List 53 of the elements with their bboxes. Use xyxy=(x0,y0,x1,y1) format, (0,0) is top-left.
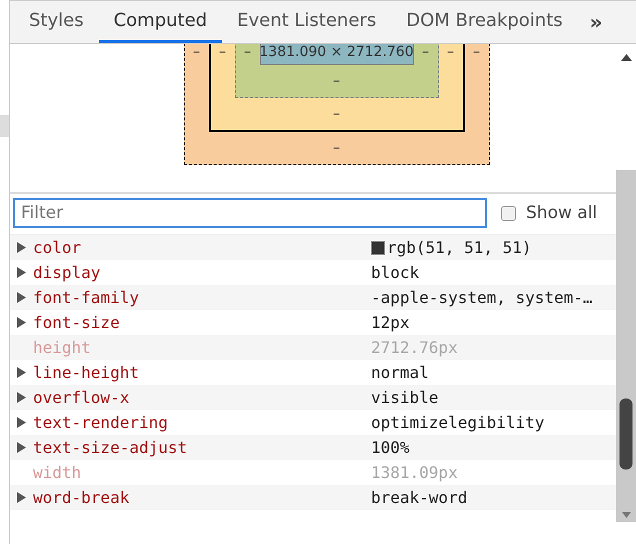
filter-field[interactable]: Filter xyxy=(13,198,487,228)
tab[interactable]: Styles xyxy=(14,1,99,43)
expand-icon[interactable] xyxy=(17,492,26,503)
property-name: word-break xyxy=(33,488,130,507)
box-value: – xyxy=(219,44,226,60)
box-value: – xyxy=(447,44,454,60)
tab[interactable]: Event Listeners xyxy=(222,1,392,43)
content-box: 1381.090 × 2712.760 xyxy=(260,44,414,65)
expand-icon[interactable] xyxy=(17,242,26,253)
box-value: – xyxy=(473,44,480,60)
property-value: 1381.09px xyxy=(371,463,458,482)
box-value: – xyxy=(333,106,340,122)
scroll-down-icon[interactable] xyxy=(622,512,630,518)
expand-icon[interactable] xyxy=(17,392,26,403)
expand-icon[interactable] xyxy=(17,267,26,278)
expand-icon[interactable] xyxy=(17,292,26,303)
box-value: – xyxy=(422,44,429,60)
scroll-up-icon[interactable] xyxy=(620,54,632,61)
box-value: – xyxy=(333,73,340,89)
property-value: normal xyxy=(371,363,429,382)
expand-icon[interactable] xyxy=(17,367,26,378)
property-name: font-family xyxy=(33,288,140,307)
expand-icon[interactable] xyxy=(17,317,26,328)
property-value: visible xyxy=(371,388,438,407)
property-name: width xyxy=(33,463,82,482)
property-name: text-size-adjust xyxy=(33,438,188,457)
more-tabs-button[interactable]: » xyxy=(578,1,615,43)
property-value: 12px xyxy=(371,313,410,332)
property-value: 100% xyxy=(371,438,410,457)
property-name: line-height xyxy=(33,363,140,382)
box-value: – xyxy=(333,140,340,156)
property-value: block xyxy=(371,263,420,282)
property-value: optimizelegibility xyxy=(371,413,544,432)
property-value: rgb(51, 51, 51) xyxy=(387,238,532,257)
expand-icon[interactable] xyxy=(17,417,26,428)
box-value: – xyxy=(193,44,200,60)
checkbox[interactable] xyxy=(501,206,516,220)
property-name: display xyxy=(33,263,102,282)
show-all-checkbox[interactable]: Show all xyxy=(501,203,598,223)
property-value: -apple-system, system-… xyxy=(371,288,593,307)
panel-edge xyxy=(0,115,9,137)
property-value: break-word xyxy=(371,488,468,507)
scrollbar-thumb[interactable] xyxy=(619,398,633,470)
property-name: height xyxy=(33,338,92,357)
property-name: color xyxy=(33,238,82,257)
expand-icon[interactable] xyxy=(17,442,26,453)
property-name: font-size xyxy=(33,313,121,332)
box-value: – xyxy=(244,44,251,60)
property-name: text-rendering xyxy=(33,413,169,432)
property-value: 2712.76px xyxy=(371,338,458,357)
tab[interactable]: DOM Breakpoints xyxy=(391,1,578,43)
property-name: overflow-x xyxy=(33,388,130,407)
color-swatch[interactable] xyxy=(371,240,385,254)
